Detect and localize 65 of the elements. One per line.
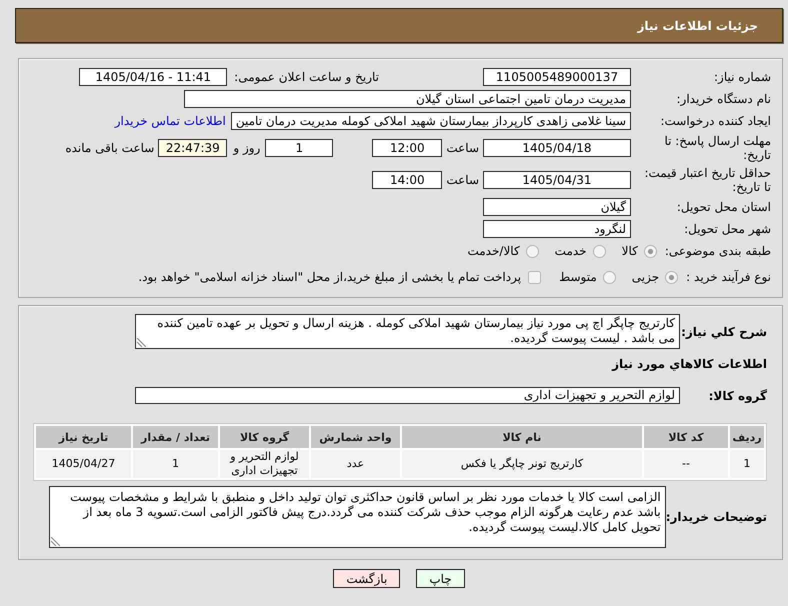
remaining-time-field[interactable]: 22:47:39 [158,139,228,157]
radio-button[interactable] [644,244,657,258]
column-header: واحد شمارش [311,426,400,448]
time-label: ساعت [446,141,479,155]
table-cell: 1 [730,450,764,478]
checkbox-label: پرداخت تمام یا بخشی از مبلغ خرید،از محل "اسناد خزانه اسلامی" خواهد بود. [138,270,522,284]
back-button[interactable]: بازگشت [333,569,400,588]
option-label: متوسط [559,270,597,284]
time-label: ساعت [446,173,479,187]
page-title: جزئیات اطلاعات نیاز [637,18,758,32]
table-cell: عدد [311,450,400,478]
column-header: نام کالا [402,426,642,448]
field-label: تاریخ و ساعت اعلان عمومی: [234,70,379,84]
requester-field[interactable]: سینا غلامی زاهدی کارپرداز بیمارستان شهید املاکی کومله مدیریت درمان تامین [230,112,631,130]
column-header: تاریخ نیاز [36,426,131,448]
need-number-field[interactable]: 1105005489000137 [483,68,631,86]
column-header: تعداد / مقدار [133,426,218,448]
field-label: شماره نیاز: [713,70,771,84]
option-label: کالا [622,244,638,258]
table-cell: -- [644,450,728,478]
field-label: ایجاد کننده درخواست: [659,114,771,128]
print-button[interactable]: چاپ [416,569,465,588]
field-label: مهلت ارسال پاسخ: تا تاریخ: [663,134,771,162]
days-label: روز و [233,141,260,155]
column-header: ردیف [730,426,764,448]
field-label: نام دستگاه خریدار: [676,92,771,106]
city-field[interactable]: لنگرود [483,220,631,238]
field-label: شرح کلي نياز: [680,324,767,338]
radio-button[interactable] [526,244,539,258]
goods-group-field[interactable]: لوازم التحریر و تجهیزات اداری [135,387,680,404]
field-label: حداقل تاریخ اعتبار قیمت: تا تاریخ: [643,166,771,194]
column-header: کد کالا [644,426,728,448]
resize-grip-icon[interactable] [137,338,146,347]
field-label: طبقه بندی موضوعی: [664,244,771,258]
contact-link[interactable]: اطلاعات تماس خریدار [114,114,226,128]
option-label: خدمت [554,244,587,258]
remaining-label: ساعت باقی مانده [65,141,154,155]
province-field[interactable]: گیلان [483,198,631,216]
validity-date-field[interactable]: 1405/04/31 [483,171,631,189]
option-label: کالا/خدمت [467,244,520,258]
table-cell: 1 [133,450,218,478]
field-label: نوع فرآیند خرید : [686,270,771,284]
deadline-time-field[interactable]: 12:00 [372,139,442,157]
description-textarea[interactable]: کارتریج چاپگر اچ پی مورد نیاز بیمارستان شهید املاکی کومله . هزینه ارسال و تحویل بر عهده تامین کننده می باشد . لیست پیوست گردیده. [135,314,680,349]
field-label: استان محل تحویل: [676,200,771,214]
radio-button[interactable] [602,270,616,284]
field-label: توضیحات خریدار: [666,510,767,524]
table-cell: 1405/04/27 [36,450,131,478]
table-cell: لوازم التحریر و تجهیزات اداری [220,450,309,478]
field-label: گروه کالا: [708,388,767,402]
field-label: شهر محل تحویل: [683,222,771,236]
table-cell: کارتریج تونر چاپگر یا فکس [402,450,642,478]
deadline-date-field[interactable]: 1405/04/18 [483,139,631,157]
radio-button[interactable] [665,270,678,284]
checkbox[interactable] [528,270,542,284]
section-heading: اطلاعات کالاهاي مورد نياز [612,357,767,371]
announce-date-field[interactable]: 1405/04/16 - 11:41 [79,68,228,86]
radio-button[interactable] [592,244,606,258]
validity-time-field[interactable]: 14:00 [372,171,442,189]
resize-grip-icon[interactable] [50,537,60,546]
column-header: گروه کالا [220,426,309,448]
notes-textarea[interactable]: الزامی است کالا یا خدمات مورد نظر بر اساس قانون حداکثری توان تولید داخل و منطبق با شرایط و مشخصات پیوست باشد عدم رعایت هرگونه الزام موجب حذف شرکت کننده می گردد.درج پیش فاکتور الزامی است.تسویه 3 ماه بعد از تحویل کامل کالا.لیست پیوست گردیده. [48,486,666,548]
days-field[interactable]: 1 [265,139,334,157]
option-label: جزیی [632,270,660,284]
buyer-org-field[interactable]: مدیریت درمان تامین اجتماعی استان گیلان [184,90,631,108]
